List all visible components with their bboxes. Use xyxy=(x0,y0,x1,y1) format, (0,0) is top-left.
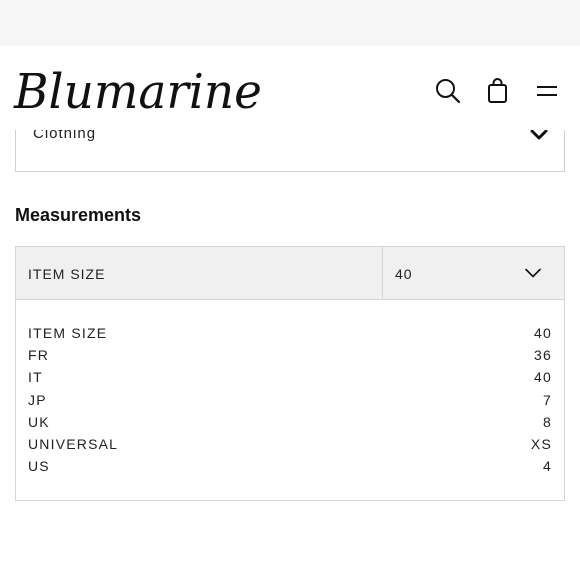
size-system-label: UK xyxy=(28,413,50,430)
search-icon[interactable] xyxy=(433,76,463,106)
size-system-label: JP xyxy=(28,391,47,408)
size-value: 40 xyxy=(534,369,552,386)
shopping-bag-icon[interactable] xyxy=(483,76,513,106)
size-row: UK 8 xyxy=(28,414,552,436)
size-value: 4 xyxy=(543,458,552,475)
size-row: US 4 xyxy=(28,458,552,480)
size-row: FR 36 xyxy=(28,347,552,369)
size-value: 40 xyxy=(534,325,552,341)
size-system-label: ITEM SIZE xyxy=(28,325,108,341)
chevron-down-icon xyxy=(525,268,541,278)
size-row: JP 7 xyxy=(28,392,552,414)
size-system-label: FR xyxy=(28,347,50,364)
brand-logo[interactable]: Blumarine xyxy=(12,56,267,124)
chevron-down-icon xyxy=(530,129,548,140)
selected-size-value: 40 xyxy=(395,266,413,282)
size-row: UNIVERSAL XS xyxy=(28,436,552,458)
top-strip xyxy=(0,0,580,46)
size-system-label: US xyxy=(28,458,50,475)
size-row: IT 40 xyxy=(28,369,552,391)
size-conversion-list: ITEM SIZE 40 FR 36 IT 40 JP 7 UK 8 UNIVE… xyxy=(28,325,552,480)
size-value: 7 xyxy=(543,391,552,408)
size-table: ITEM SIZE 40 ITEM SIZE 40 FR 36 IT 40 JP… xyxy=(15,246,565,501)
size-dropdown[interactable]: 40 xyxy=(383,247,564,300)
size-value: 36 xyxy=(534,347,552,364)
measurements-title: Measurements xyxy=(15,205,142,225)
size-system-label: IT xyxy=(28,369,43,386)
size-row: ITEM SIZE 40 xyxy=(28,325,552,347)
size-system-label: UNIVERSAL xyxy=(28,435,119,452)
site-header: Blumarine xyxy=(0,46,580,130)
size-value: XS xyxy=(530,435,552,452)
size-table-header: ITEM SIZE 40 xyxy=(16,247,564,300)
svg-text:Blumarine: Blumarine xyxy=(13,64,262,120)
item-size-header-label: ITEM SIZE xyxy=(28,266,106,282)
menu-icon[interactable] xyxy=(533,76,563,106)
size-value: 8 xyxy=(543,413,552,430)
